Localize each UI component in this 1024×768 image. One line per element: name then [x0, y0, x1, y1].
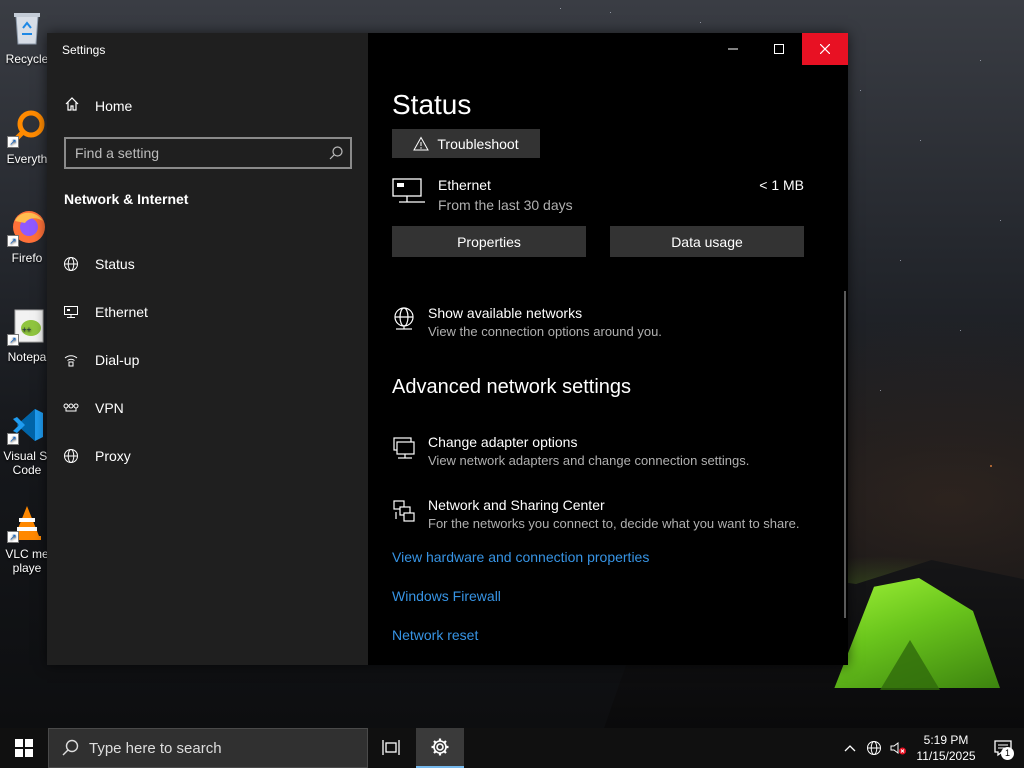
find-setting-search[interactable]: [64, 137, 352, 169]
maximize-icon: [774, 44, 784, 54]
desktop-icon-notepadpp[interactable]: ++ ↗ Notepa: [0, 306, 54, 364]
show-available-networks[interactable]: Show available networks View the connect…: [392, 305, 832, 345]
ethernet-name: Ethernet: [438, 177, 491, 193]
notepad-plus-plus-icon: ++ ↗: [7, 306, 47, 346]
notification-count-badge: 1: [1001, 747, 1014, 760]
ethernet-period: From the last 30 days: [438, 197, 573, 213]
view-hardware-properties-link[interactable]: View hardware and connection properties: [392, 549, 649, 565]
globe-icon: [47, 256, 95, 272]
task-view-icon: [382, 740, 400, 755]
nav-item-label: Status: [95, 256, 135, 272]
show-networks-sub: View the connection options around you.: [428, 324, 662, 339]
change-adapter-options[interactable]: Change adapter options View network adap…: [392, 434, 832, 474]
settings-window: Settings Home Network & Internet Status: [47, 33, 848, 665]
taskbar-clock[interactable]: 5:19 PM 11/15/2025: [910, 732, 982, 764]
nav-home-label: Home: [95, 98, 133, 114]
taskbar: Type here to search 5:19 PM 11/15/2025 1: [0, 728, 1024, 768]
desktop-icon-recycle-bin[interactable]: Recycle: [0, 8, 54, 66]
clock-time: 5:19 PM: [923, 733, 969, 747]
system-tray: 5:19 PM 11/15/2025 1: [838, 728, 1024, 768]
nav-item-label: Ethernet: [95, 304, 148, 320]
troubleshoot-label: Troubleshoot: [437, 135, 519, 152]
sharing-title: Network and Sharing Center: [428, 497, 605, 513]
windows-logo-icon: [15, 739, 33, 757]
task-view-button[interactable]: [368, 728, 416, 768]
ethernet-icon: [392, 178, 426, 211]
nav-item-ethernet[interactable]: Ethernet: [47, 288, 368, 336]
volume-tray-button[interactable]: [886, 728, 910, 768]
search-icon: [62, 739, 79, 756]
ethernet-usage: < 1 MB: [759, 177, 804, 193]
page-title: Status: [392, 89, 472, 120]
settings-content-pane: Status Troubleshoot Ethernet From the la…: [368, 33, 848, 665]
search-icon: [328, 145, 344, 166]
show-networks-title: Show available networks: [428, 305, 583, 321]
ethernet-status: Ethernet From the last 30 days < 1 MB: [392, 176, 804, 216]
adapter-title: Change adapter options: [428, 434, 578, 450]
chevron-up-icon: [844, 745, 856, 752]
nav-item-proxy[interactable]: Proxy: [47, 432, 368, 480]
desktop-icon-everything[interactable]: ↗ Everyth: [0, 108, 54, 166]
taskbar-search-placeholder: Type here to search: [89, 739, 222, 757]
globe-icon: [47, 448, 95, 464]
taskbar-search-box[interactable]: Type here to search: [48, 728, 368, 768]
nav-item-status[interactable]: Status: [47, 240, 368, 288]
find-setting-input[interactable]: [66, 139, 350, 167]
gear-icon: [431, 738, 449, 756]
adapter-icon: [392, 436, 416, 465]
nav-home[interactable]: Home: [47, 89, 368, 123]
close-button[interactable]: [802, 33, 848, 65]
ethernet-icon: [47, 304, 95, 320]
troubleshoot-button[interactable]: Troubleshoot: [392, 129, 540, 158]
sharing-center-icon: [392, 499, 416, 528]
window-title: Settings: [62, 43, 106, 57]
vpn-icon: [47, 400, 95, 416]
everything-search-icon: ↗: [7, 108, 47, 148]
windows-firewall-link[interactable]: Windows Firewall: [392, 588, 501, 604]
start-button[interactable]: [0, 728, 48, 768]
properties-button[interactable]: Properties: [392, 226, 586, 257]
desktop-icon-vscode[interactable]: ↗ Visual St Code: [0, 405, 54, 477]
show-hidden-icons-button[interactable]: [838, 728, 862, 768]
network-tray-button[interactable]: [862, 728, 886, 768]
nav-item-vpn[interactable]: VPN: [47, 384, 368, 432]
section-title: Network & Internet: [64, 191, 189, 207]
adapter-sub: View network adapters and change connect…: [428, 453, 750, 468]
advanced-network-heading: Advanced network settings: [392, 376, 632, 398]
globe-icon: [392, 307, 416, 336]
vlc-icon: ↗: [7, 503, 47, 543]
action-center-button[interactable]: 1: [982, 728, 1024, 768]
dial-up-icon: [47, 352, 95, 368]
maximize-button[interactable]: [756, 33, 802, 65]
vscode-icon: ↗: [7, 405, 47, 445]
volume-muted-icon: [890, 742, 906, 755]
nav-item-label: Proxy: [95, 448, 131, 464]
window-controls: [710, 33, 848, 65]
nav-list: Status Ethernet Dial-up VPN Proxy: [47, 240, 368, 480]
minimize-icon: [728, 48, 738, 50]
nav-item-dial-up[interactable]: Dial-up: [47, 336, 368, 384]
content-scrollbar[interactable]: [844, 291, 846, 618]
nav-item-label: Dial-up: [95, 352, 140, 368]
desktop-icon-firefox[interactable]: ↗ Firefo: [0, 207, 54, 265]
desktop-icon-vlc[interactable]: ↗ VLC me playe: [0, 503, 54, 575]
minimize-button[interactable]: [710, 33, 756, 65]
network-globe-icon: [867, 741, 881, 755]
nav-item-label: VPN: [95, 400, 124, 416]
network-reset-link[interactable]: Network reset: [392, 627, 478, 643]
close-icon: [820, 44, 830, 54]
warning-icon: [413, 135, 430, 150]
settings-nav-pane: Settings Home Network & Internet Status: [47, 33, 368, 665]
sharing-sub: For the networks you connect to, decide …: [428, 516, 800, 531]
firefox-icon: ↗: [7, 207, 47, 247]
clock-date: 11/15/2025: [916, 749, 976, 763]
recycle-bin-icon: [7, 8, 47, 48]
data-usage-button[interactable]: Data usage: [610, 226, 804, 257]
home-icon: [47, 96, 95, 117]
taskbar-settings-app[interactable]: [416, 728, 464, 768]
network-sharing-center[interactable]: Network and Sharing Center For the netwo…: [392, 497, 832, 537]
svg-text:++: ++: [22, 325, 32, 334]
